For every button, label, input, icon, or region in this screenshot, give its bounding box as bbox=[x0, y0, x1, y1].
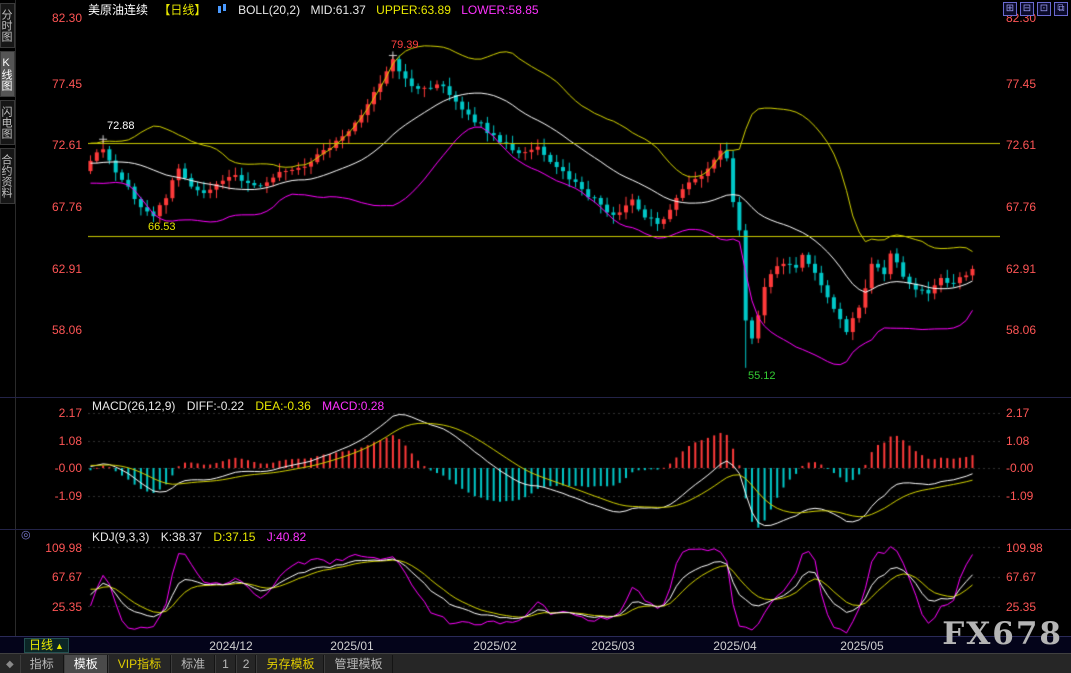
macd-axis-label-left: -0.00 bbox=[20, 461, 82, 475]
toolbar-vip-indicators[interactable]: VIP指标 bbox=[108, 655, 171, 673]
sidebar-item-contract-info[interactable]: 合约资料 bbox=[0, 148, 15, 204]
boll-lower-value: LOWER:58.85 bbox=[461, 3, 538, 17]
bottom-toolbar: ◆ 指标模板VIP指标标准12另存模板管理模板 bbox=[0, 653, 1071, 673]
price-axis-label-right: 62.91 bbox=[1006, 262, 1068, 276]
window-controls: ⊞⊟⊡⧉ bbox=[1003, 2, 1068, 16]
macd-axis-label-right: -0.00 bbox=[1006, 461, 1068, 475]
toolbar-standard[interactable]: 标准 bbox=[171, 655, 215, 673]
time-axis-label: 2025/01 bbox=[322, 639, 382, 653]
price-axis-label-right: 77.45 bbox=[1006, 77, 1068, 91]
chart-annotation: 79.39 bbox=[391, 39, 419, 51]
kdj-axis-label-right: 25.35 bbox=[1006, 600, 1068, 614]
macd-chart[interactable] bbox=[88, 410, 1000, 528]
macd-axis-label-right: 1.08 bbox=[1006, 434, 1068, 448]
chart-annotation: 55.12 bbox=[748, 370, 776, 382]
chart-type-sidebar: 分时图 K线图闪电图合约资料 bbox=[0, 0, 16, 636]
maximize-icon[interactable]: ⧉ bbox=[1054, 2, 1068, 16]
price-axis-label-right: 72.61 bbox=[1006, 138, 1068, 152]
period-tag: 【日线】 bbox=[158, 3, 206, 17]
indicator-settings-icon[interactable]: ◎ bbox=[21, 528, 31, 541]
toolbar-manage-template[interactable]: 管理模板 bbox=[324, 655, 392, 673]
macd-axis-label-right: 2.17 bbox=[1006, 406, 1068, 420]
time-axis-label: 2025/03 bbox=[583, 639, 643, 653]
time-axis-label: 2025/02 bbox=[465, 639, 525, 653]
macd-dea-value: DEA:-0.36 bbox=[255, 399, 310, 413]
time-axis-label: 2025/04 bbox=[705, 639, 765, 653]
panel-separator bbox=[0, 397, 1071, 398]
macd-axis-label-right: -1.09 bbox=[1006, 489, 1068, 503]
price-axis-label-left: 77.45 bbox=[20, 77, 82, 91]
kdj-axis-label-right: 109.98 bbox=[1006, 541, 1068, 555]
kdj-k-value: K:38.37 bbox=[161, 530, 202, 544]
toolbar-menu-icon[interactable]: ◆ bbox=[6, 659, 14, 670]
toolbar-templates[interactable]: 模板 bbox=[64, 655, 108, 673]
chevron-up-icon: ▲ bbox=[55, 641, 64, 651]
price-axis-label-left: 82.30 bbox=[20, 11, 82, 25]
price-axis-label-left: 62.91 bbox=[20, 262, 82, 276]
kdj-axis-label-right: 67.67 bbox=[1006, 570, 1068, 584]
period-selector[interactable]: 日线▲ bbox=[24, 638, 69, 653]
kdj-chart[interactable] bbox=[88, 544, 1000, 636]
period-selector-label: 日线 bbox=[29, 638, 53, 652]
chart-header: 美原油连续 【日线】 BOLL(20,2) MID:61.37 UPPER:63… bbox=[88, 1, 546, 18]
kdj-j-value: J:40.82 bbox=[267, 530, 306, 544]
kdj-axis-label-left: 67.67 bbox=[20, 570, 82, 584]
macd-diff-value: DIFF:-0.22 bbox=[187, 399, 244, 413]
price-axis-label-left: 58.06 bbox=[20, 323, 82, 337]
time-axis-label: 2025/05 bbox=[832, 639, 892, 653]
trading-terminal: 分时图 K线图闪电图合约资料 美原油连续 【日线】 BOLL(20,2) MID:… bbox=[0, 0, 1071, 673]
time-axis-label: 2024/12 bbox=[201, 639, 261, 653]
toolbar-layout-1[interactable]: 1 bbox=[215, 655, 236, 673]
kdj-axis-label-left: 25.35 bbox=[20, 600, 82, 614]
sidebar-item-flash-chart[interactable]: 闪电图 bbox=[0, 100, 15, 145]
toolbar-save-template[interactable]: 另存模板 bbox=[256, 655, 324, 673]
macd-title[interactable]: MACD(26,12,9) bbox=[92, 399, 175, 413]
kdj-axis-label-left: 109.98 bbox=[20, 541, 82, 555]
symbol-name: 美原油连续 bbox=[88, 3, 148, 17]
price-axis-label-right: 67.76 bbox=[1006, 200, 1068, 214]
macd-header: MACD(26,12,9) DIFF:-0.22 DEA:-0.36 MACD:… bbox=[92, 399, 392, 413]
macd-axis-label-left: 2.17 bbox=[20, 406, 82, 420]
split-horizontal-icon[interactable]: ⊟ bbox=[1020, 2, 1034, 16]
price-axis-label-left: 67.76 bbox=[20, 200, 82, 214]
macd-macd-value: MACD:0.28 bbox=[322, 399, 384, 413]
macd-axis-label-left: 1.08 bbox=[20, 434, 82, 448]
split-vertical-icon[interactable]: ⊡ bbox=[1037, 2, 1051, 16]
boll-mid-value: MID:61.37 bbox=[310, 3, 365, 17]
kdj-title[interactable]: KDJ(9,3,3) bbox=[92, 530, 149, 544]
grid-layout-icon[interactable]: ⊞ bbox=[1003, 2, 1017, 16]
kdj-header: KDJ(9,3,3) K:38.37 D:37.15 J:40.82 bbox=[92, 530, 314, 544]
sidebar-item-time-chart[interactable]: 分时图 bbox=[0, 3, 15, 48]
macd-axis-label-left: -1.09 bbox=[20, 489, 82, 503]
chart-annotation: 66.53 bbox=[148, 221, 176, 233]
candlestick-chart[interactable] bbox=[88, 14, 1000, 398]
chart-annotation: 72.88 bbox=[107, 120, 135, 132]
boll-label[interactable]: BOLL(20,2) bbox=[238, 3, 300, 17]
price-axis-label-left: 72.61 bbox=[20, 138, 82, 152]
indicator-icon[interactable] bbox=[217, 3, 228, 17]
toolbar-layout-2[interactable]: 2 bbox=[236, 655, 257, 673]
boll-upper-value: UPPER:63.89 bbox=[376, 3, 451, 17]
kdj-d-value: D:37.15 bbox=[213, 530, 255, 544]
toolbar-indicators[interactable]: 指标 bbox=[20, 655, 64, 673]
price-axis-label-right: 58.06 bbox=[1006, 323, 1068, 337]
time-axis: 日线▲ 2024/12 2025/01 2025/02 2025/03 2025/04 2… bbox=[0, 636, 1071, 654]
sidebar-item-kline-chart[interactable]: K线图 bbox=[0, 51, 15, 97]
